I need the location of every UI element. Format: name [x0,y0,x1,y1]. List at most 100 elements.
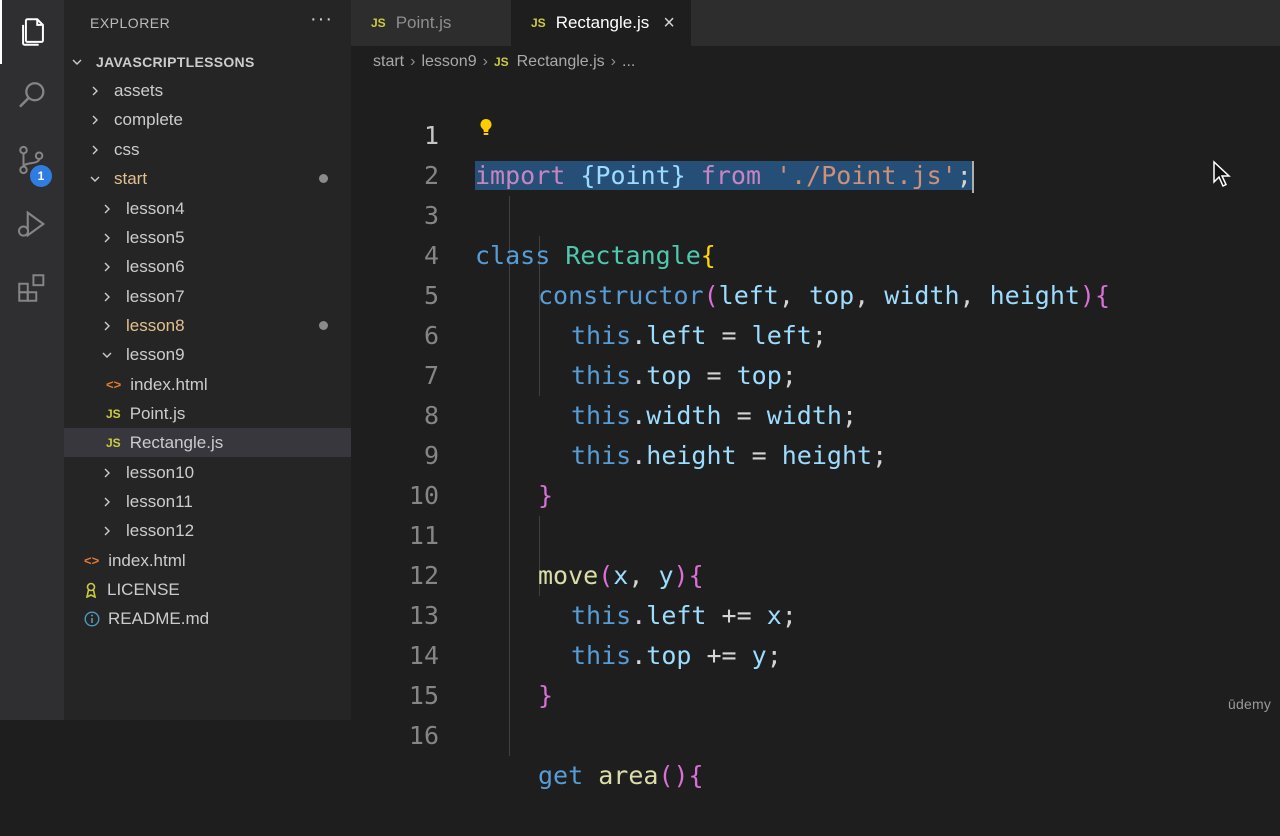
tree-item-label: start [114,168,148,188]
tree-folder-complete[interactable]: complete [64,105,351,134]
tree-folder-lesson8[interactable]: lesson8 [64,311,351,340]
code-editor[interactable]: 1 import {Point} from './Point.js'; 2 3 … [351,76,1280,790]
tree-file-readme[interactable]: README.md [64,604,351,633]
explorer-title: EXPLORER [90,15,171,31]
tree-item-label: LICENSE [107,579,180,599]
close-icon[interactable]: × [663,12,675,35]
tree-folder-lesson5[interactable]: lesson5 [64,223,351,252]
code-text: get area(){ [538,761,704,790]
chevron-down-icon [70,55,84,69]
tree-item-label: index.html [108,550,186,570]
js-file-icon: JS [531,16,546,30]
code-line: 10 [351,436,1280,510]
tree-item-label: lesson9 [126,344,185,364]
run-debug-icon[interactable] [0,192,64,256]
chevron-right-icon [100,290,114,304]
code-line: 7 this.width = width; [351,316,1280,430]
code-line: 11 move(x, y){ [351,476,1280,590]
code-line: 4 constructor(left, top, width, height){ [351,196,1280,310]
token-keyword: get [538,761,584,790]
code-line: 16 get area(){ [351,676,1280,790]
js-file-icon: JS [106,435,121,450]
code-line: 15 [351,636,1280,710]
chevron-right-icon [100,319,114,333]
tree-item-label: complete [114,109,183,129]
tree-folder-lesson7[interactable]: lesson7 [64,282,351,311]
info-icon [84,610,100,627]
chevron-right-icon [88,84,102,98]
tree-item-label: lesson8 [126,315,185,335]
js-file-icon: JS [371,16,386,30]
tree-item-label: index.html [130,374,208,394]
breadcrumb-separator: › [610,53,616,70]
breadcrumb-item[interactable]: ... [622,53,635,71]
tree-folder-assets[interactable]: assets [64,76,351,105]
tree-file-root-index-html[interactable]: <> index.html [64,546,351,575]
breadcrumb-separator: › [482,53,488,70]
chevron-right-icon [88,143,102,157]
tree-file-license[interactable]: LICENSE [64,575,351,604]
tree-item-label: lesson6 [126,256,185,276]
search-icon[interactable] [0,64,64,128]
tree-folder-css[interactable]: css [64,135,351,164]
tab-label: Rectangle.js [555,13,650,32]
code-line: 5 this.left = left; [351,236,1280,350]
scm-badge: 1 [30,165,52,187]
tree-folder-lesson9[interactable]: lesson9 [64,340,351,369]
modified-dot [319,321,328,330]
chevron-right-icon [100,495,114,509]
lightbulb-icon[interactable] [475,116,497,138]
tab-point-js[interactable]: JS Point.js [351,0,511,46]
token-function: area [598,761,659,790]
license-icon [84,582,98,598]
tree-file-index-html[interactable]: <> index.html [64,370,351,399]
workspace-root-label: JAVASCRIPTLESSONS [96,53,255,70]
tab-label: Point.js [395,13,452,32]
chevron-right-icon [100,466,114,480]
tree-item-label: lesson10 [126,462,195,482]
tree-folder-lesson11[interactable]: lesson11 [64,487,351,516]
chevron-down-icon [88,172,102,186]
tab-rectangle-js[interactable]: JS Rectangle.js × [511,0,691,46]
breadcrumb-item[interactable]: lesson9 [421,53,476,71]
tree-item-label: lesson7 [126,286,185,306]
line-number: 16 [408,721,439,750]
code-line: 12 this.left += x; [351,516,1280,630]
tree-item-label: assets [114,80,164,100]
tree-folder-lesson10[interactable]: lesson10 [64,458,351,487]
tree-folder-lesson4[interactable]: lesson4 [64,194,351,223]
breadcrumb-item[interactable]: start [373,53,404,71]
chevron-right-icon [88,113,102,127]
html-file-icon: <> [84,553,100,568]
chevron-right-icon [100,260,114,274]
code-line: 3 class Rectangle{ [351,156,1280,270]
tree-file-rectangle-js[interactable]: JS Rectangle.js [64,428,351,457]
tree-item-label: lesson5 [126,227,185,247]
source-control-icon[interactable]: 1 [0,128,64,192]
code-line: 9 } [351,396,1280,510]
breadcrumb-item[interactable]: Rectangle.js [517,53,605,71]
tree-folder-lesson12[interactable]: lesson12 [64,516,351,545]
explorer-icon[interactable] [0,0,64,64]
chevron-right-icon [100,202,114,216]
tree-folder-start[interactable]: start [64,164,351,193]
tree-file-point-js[interactable]: JS Point.js [64,399,351,428]
tree-item-label: lesson12 [126,520,195,540]
tree-item-label: README.md [108,608,210,628]
extensions-icon[interactable] [0,256,64,320]
token-bracket: { [688,761,704,790]
js-file-icon: JS [106,406,121,421]
code-line: 13 this.top += y; [351,556,1280,670]
more-actions-icon[interactable]: ··· [310,8,333,31]
html-file-icon: <> [106,377,122,392]
tree-item-label: Rectangle.js [129,432,224,452]
activity-bar: 1 [0,0,64,720]
tree-folder-lesson6[interactable]: lesson6 [64,252,351,281]
code-line: 6 this.top = top; [351,276,1280,390]
udemy-watermark: ūdemy [1228,696,1272,712]
code-line: 8 this.height = height; [351,356,1280,470]
tree-item-label: css [114,139,140,159]
workspace-root[interactable]: JAVASCRIPTLESSONS [64,47,351,76]
editor-tab-bar: JS Point.js JS Rectangle.js × [351,0,1280,46]
breadcrumb-separator: › [410,53,416,70]
